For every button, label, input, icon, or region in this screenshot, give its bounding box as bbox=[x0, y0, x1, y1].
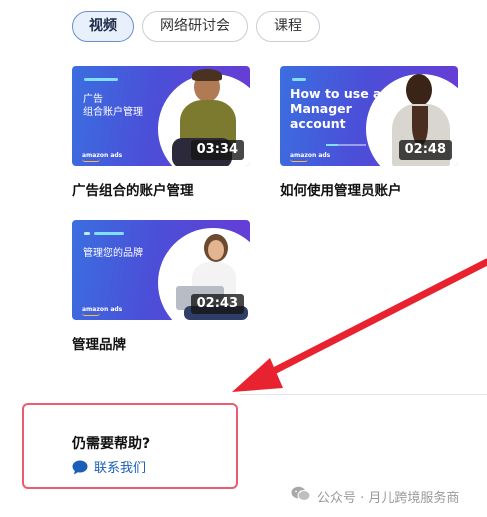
help-box: 仍需要帮助? 联系我们 bbox=[22, 403, 238, 489]
watermark: 公众号 · 月儿跨境服务商 bbox=[291, 486, 459, 506]
decorative-stripe bbox=[84, 78, 118, 81]
amazon-ads-logo: amazon ads bbox=[290, 152, 331, 162]
video-title[interactable]: 管理品牌 bbox=[72, 333, 250, 353]
contact-us-label[interactable]: 联系我们 bbox=[94, 457, 146, 476]
video-duration: 02:48 bbox=[398, 140, 452, 160]
contact-us-link[interactable]: 联系我们 bbox=[72, 457, 146, 476]
tab-courses[interactable]: 课程 bbox=[256, 11, 320, 42]
section-divider bbox=[240, 394, 487, 395]
amazon-ads-logo: amazon ads bbox=[82, 152, 123, 162]
wechat-icon bbox=[291, 486, 311, 506]
video-duration: 02:43 bbox=[190, 294, 244, 314]
video-title[interactable]: 广告组合的账户管理 bbox=[72, 179, 250, 199]
amazon-ads-logo: amazon ads bbox=[82, 306, 123, 316]
video-thumbnail[interactable]: How to use a Manager account amazon ads … bbox=[280, 66, 458, 166]
thumbnail-caption: 广告 组合账户管理 bbox=[83, 94, 143, 118]
tab-videos[interactable]: 视频 bbox=[72, 11, 134, 42]
chat-bubble-icon bbox=[72, 460, 88, 474]
help-title: 仍需要帮助? bbox=[72, 436, 151, 452]
video-card[interactable]: How to use a Manager account amazon ads … bbox=[280, 66, 458, 199]
video-thumbnail[interactable]: 管理您的品牌 amazon ads 02:43 bbox=[72, 220, 250, 320]
video-card[interactable]: 广告 组合账户管理 amazon ads 03:34 广告组合的账户管理 bbox=[72, 66, 250, 199]
video-thumbnail[interactable]: 广告 组合账户管理 amazon ads 03:34 bbox=[72, 66, 250, 166]
watermark-text: 公众号 · 月儿跨境服务商 bbox=[317, 490, 460, 506]
decorative-stripe bbox=[292, 78, 306, 81]
content-type-tabs: 视频 网络研讨会 课程 bbox=[72, 11, 320, 42]
tab-webinars[interactable]: 网络研讨会 bbox=[142, 11, 248, 42]
decorative-stripe bbox=[326, 144, 366, 146]
video-title[interactable]: 如何使用管理员账户 bbox=[280, 179, 458, 199]
decorative-stripe bbox=[94, 232, 124, 235]
decorative-stripe bbox=[84, 232, 90, 235]
video-duration: 03:34 bbox=[190, 140, 244, 160]
thumbnail-caption: 管理您的品牌 bbox=[83, 248, 143, 259]
video-card[interactable]: 管理您的品牌 amazon ads 02:43 管理品牌 bbox=[72, 220, 250, 353]
